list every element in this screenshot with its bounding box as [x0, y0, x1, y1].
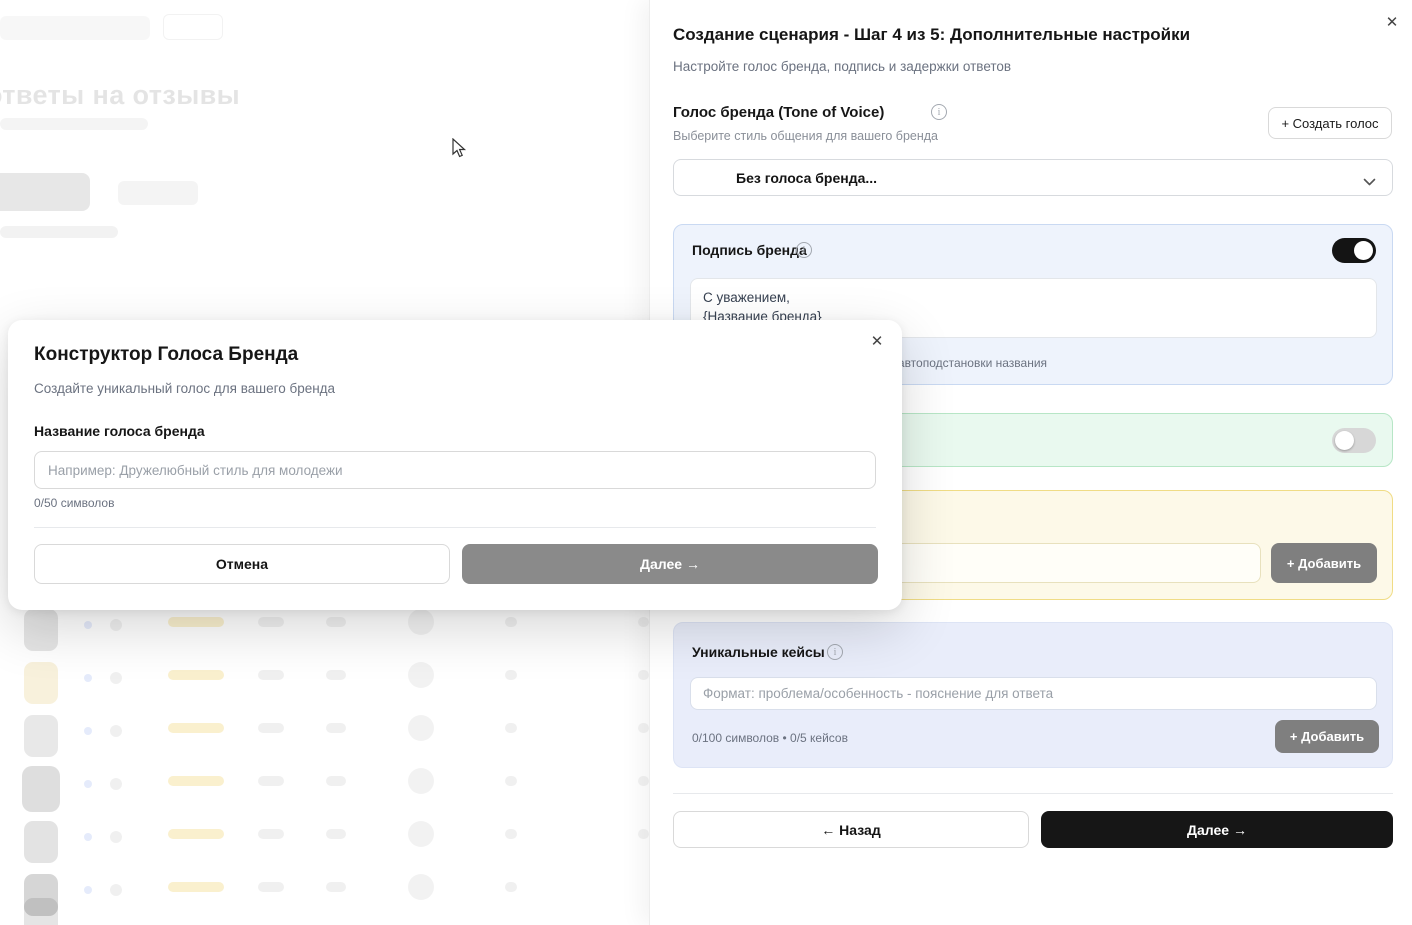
footer-divider	[673, 793, 1393, 794]
voice-name-label: Название голоса бренда	[34, 423, 205, 439]
green-section-toggle[interactable]	[1332, 428, 1376, 453]
modal-title: Конструктор Голоса Бренда	[34, 344, 298, 366]
bg-skeleton-button	[163, 14, 223, 40]
drawer-title: Создание сценария - Шаг 4 из 5: Дополнит…	[673, 25, 1190, 45]
unique-cases-label: Уникальные кейсы	[692, 644, 825, 660]
bg-table-row	[0, 603, 649, 656]
cancel-button[interactable]: Отмена	[34, 544, 450, 584]
unique-cases-card: Уникальные кейсы 0/100 символов • 0/5 ке…	[673, 622, 1393, 768]
tone-of-voice-hint: Выберите стиль общения для вашего бренда	[673, 129, 938, 143]
modal-next-button-disabled[interactable]: Далее →	[462, 544, 878, 584]
bg-page-heading: ответы на отзывы	[0, 80, 240, 111]
bg-table-row	[0, 868, 649, 921]
modal-subtitle: Создайте уникальный голос для вашего бре…	[34, 381, 335, 396]
bg-skeleton-avatar	[24, 898, 58, 925]
close-icon[interactable]: ✕	[866, 330, 888, 352]
modal-divider	[34, 527, 876, 528]
drawer-subtitle: Настройте голос бренда, подпись и задерж…	[673, 59, 1011, 74]
info-icon	[827, 644, 843, 660]
next-button[interactable]: Далее →	[1041, 811, 1393, 848]
bg-skeleton-tab-active	[0, 173, 90, 211]
voice-name-input[interactable]	[34, 451, 876, 489]
bg-skeleton-tab	[118, 181, 198, 205]
toggle-knob	[1335, 431, 1354, 450]
create-voice-button[interactable]: + Создать голос	[1268, 107, 1392, 139]
brand-voice-select[interactable]: Без голоса бренда...	[673, 159, 1393, 196]
bg-table-row	[0, 762, 649, 815]
brand-voice-constructor-modal: ✕ Конструктор Голоса Бренда Создайте уни…	[8, 320, 902, 610]
signature-label: Подпись бренда	[692, 242, 807, 258]
back-button[interactable]: ← Назад	[673, 811, 1029, 848]
toggle-knob	[1354, 241, 1373, 260]
add-case-button[interactable]: + Добавить	[1275, 720, 1379, 753]
add-button[interactable]: + Добавить	[1271, 543, 1377, 583]
bg-skeleton-text	[0, 226, 118, 238]
brand-voice-selected-value: Без голоса бренда...	[736, 170, 877, 186]
bg-skeleton-subtitle	[0, 118, 148, 130]
unique-cases-counter: 0/100 символов • 0/5 кейсов	[692, 731, 848, 745]
bg-table-row	[0, 656, 649, 709]
info-icon	[931, 104, 947, 120]
bg-skeleton-badge	[0, 16, 150, 40]
voice-name-counter: 0/50 символов	[34, 496, 114, 510]
info-icon	[796, 242, 812, 258]
tone-of-voice-label: Голос бренда (Tone of Voice)	[673, 104, 884, 121]
bg-table-row	[0, 709, 649, 762]
signature-toggle[interactable]	[1332, 238, 1376, 263]
bg-table-row	[0, 815, 649, 868]
close-icon[interactable]: ✕	[1381, 11, 1403, 33]
unique-cases-input[interactable]	[690, 677, 1377, 710]
chevron-down-icon	[1363, 174, 1376, 192]
